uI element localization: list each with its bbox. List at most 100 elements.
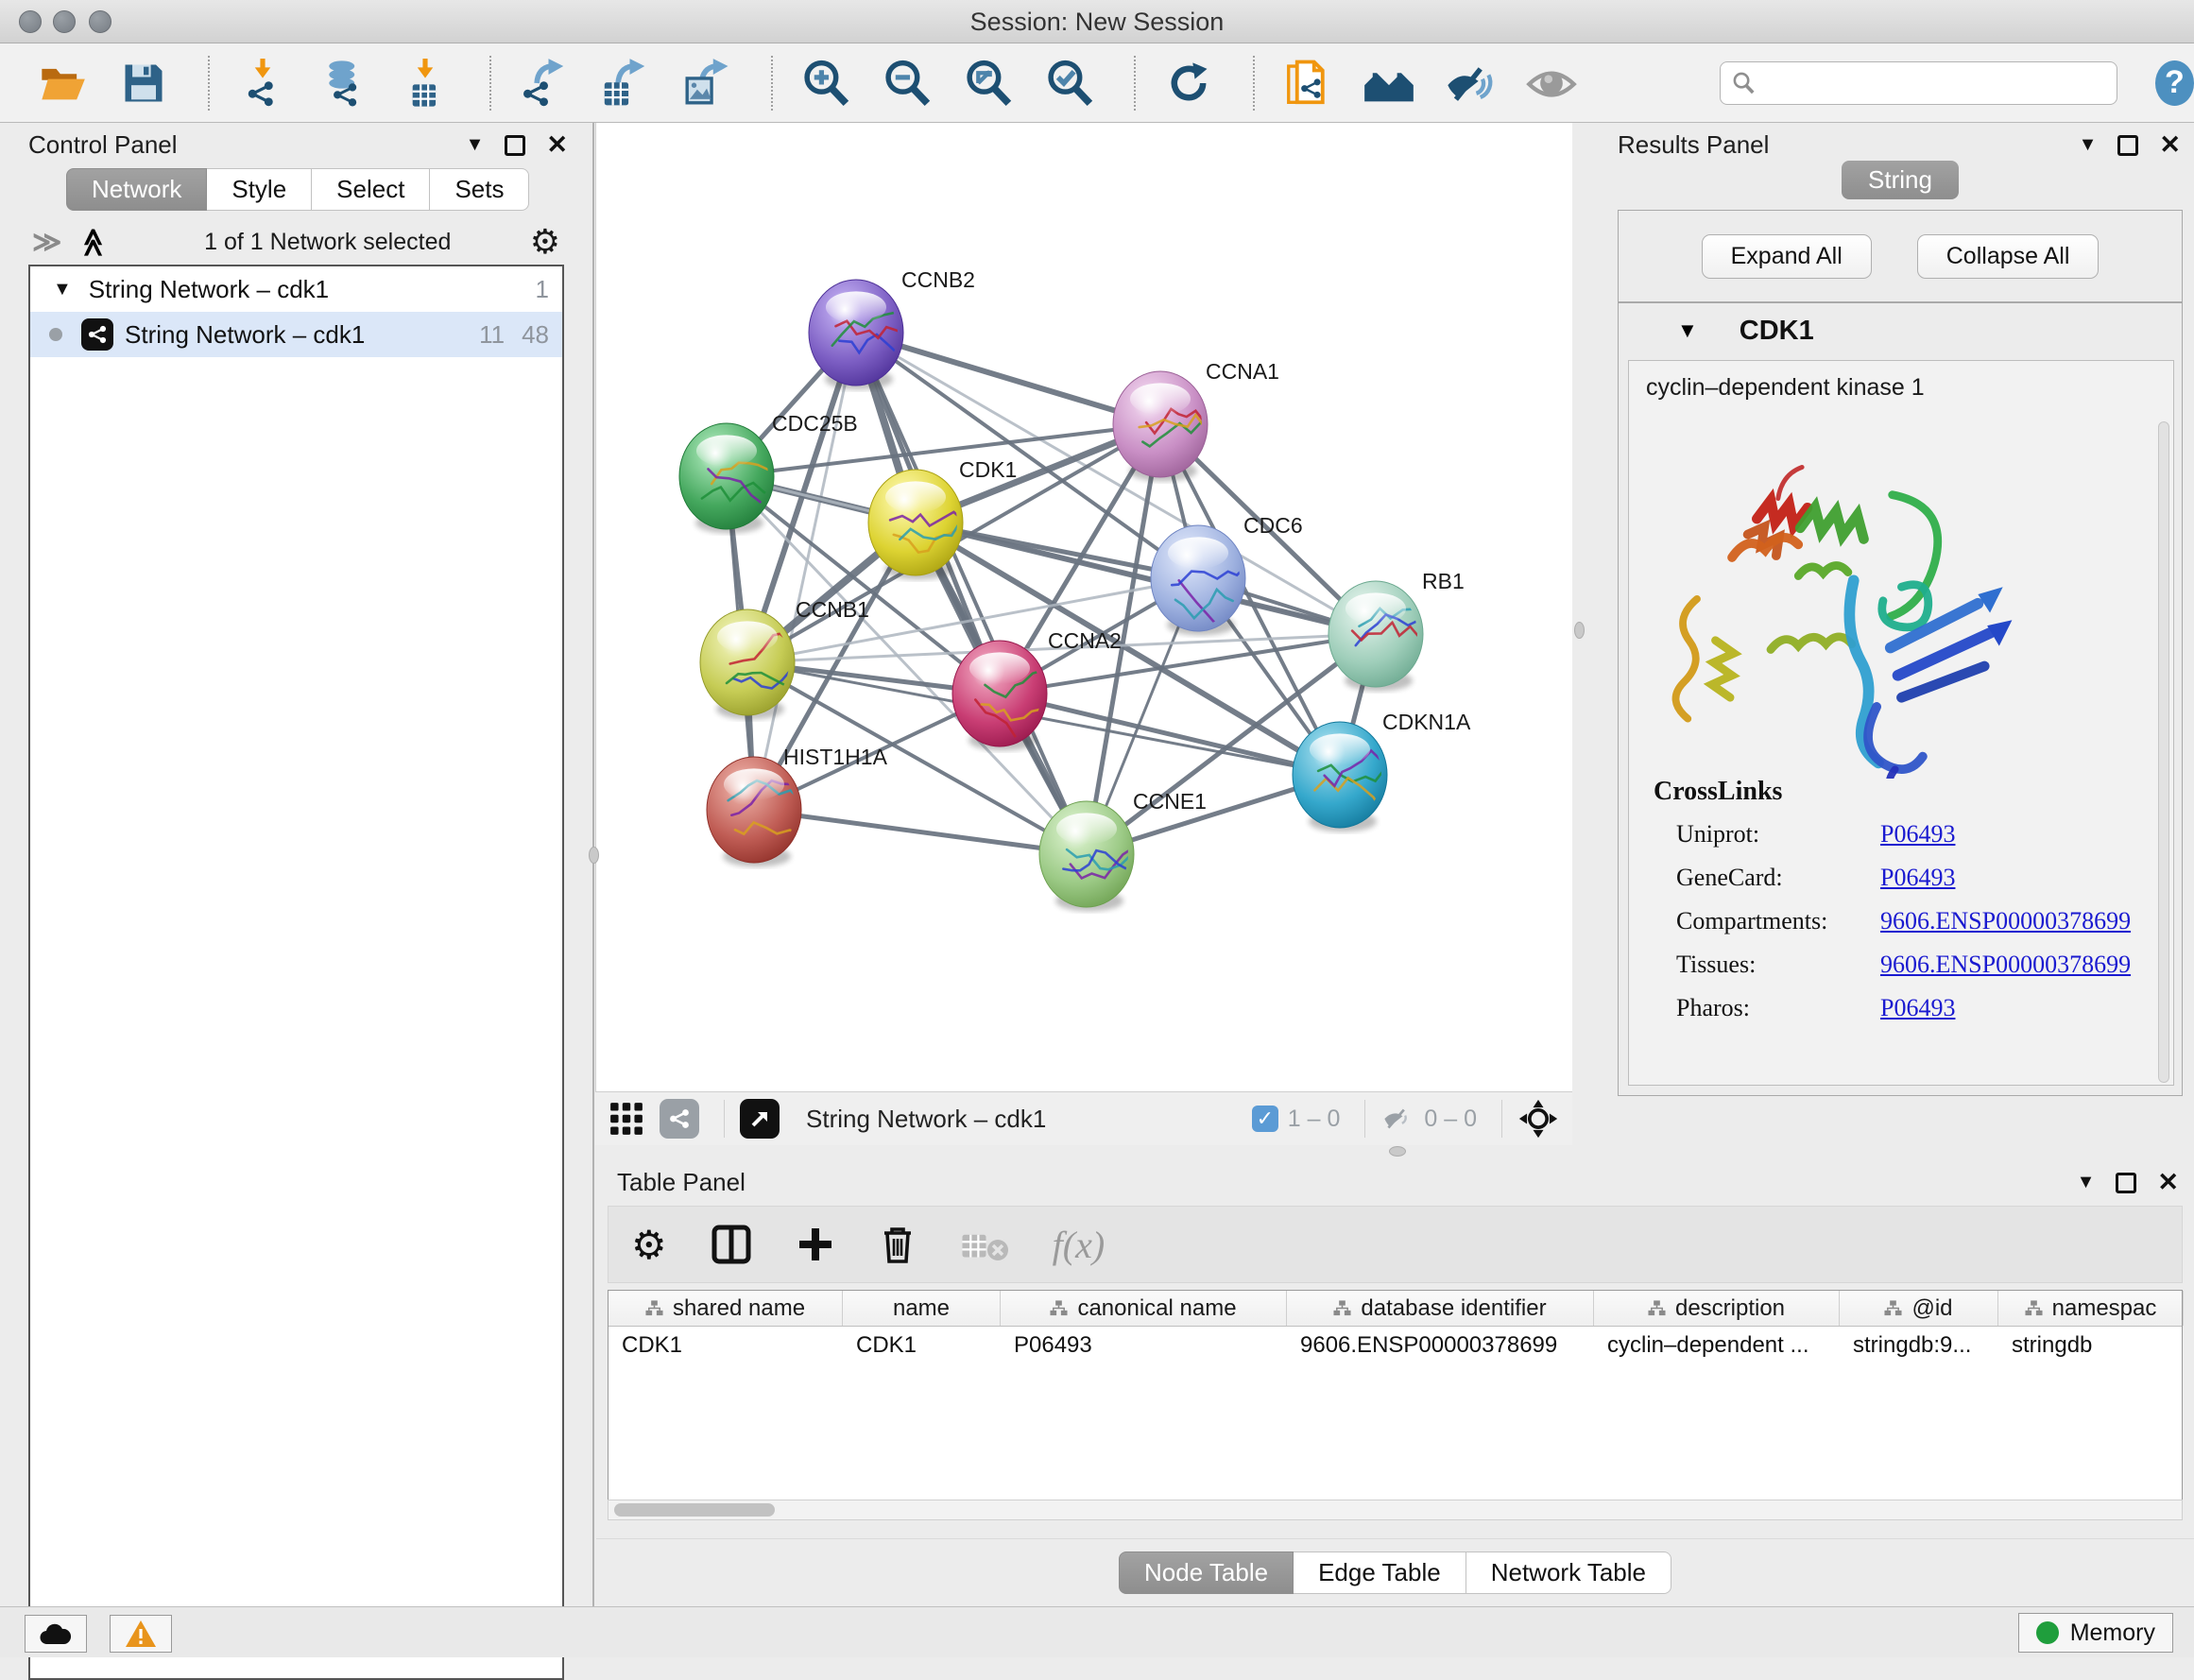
network-collection-row[interactable]: ▼ String Network – cdk1 1 <box>30 266 562 312</box>
collection-caret-icon[interactable]: ▼ <box>53 279 72 300</box>
cell-database-identifier[interactable]: 9606.ENSP00000378699 <box>1287 1327 1594 1368</box>
network-graph[interactable]: CCNB2CCNA1CDC25BCDK1CDC6RB1CCNB1CCNA2CDK… <box>596 123 1573 1091</box>
table-horizontal-scrollbar[interactable] <box>608 1500 2183 1520</box>
export-table-icon[interactable] <box>599 57 652 110</box>
collapse-all-button[interactable]: Collapse All <box>1917 234 2100 279</box>
section-caret-icon[interactable]: ▼ <box>1677 318 1698 343</box>
open-in-window-icon[interactable] <box>740 1099 780 1139</box>
panel-collapse-icon[interactable]: ▼ <box>466 134 485 156</box>
zoom-selected-icon[interactable] <box>1043 57 1096 110</box>
memory-button[interactable]: Memory <box>2018 1613 2173 1653</box>
zoom-in-icon[interactable] <box>799 57 852 110</box>
panel-float-icon[interactable] <box>2117 135 2138 156</box>
column-header-@id[interactable]: @id <box>1840 1291 1998 1326</box>
table-header-row: shared namenamecanonical namedatabase id… <box>608 1291 2182 1327</box>
crosslink-value-link[interactable]: 9606.ENSP00000378699 <box>1880 907 2131 935</box>
share-file-icon[interactable] <box>1281 57 1334 110</box>
column-header-description[interactable]: description <box>1594 1291 1840 1326</box>
expand-all-button[interactable]: Expand All <box>1702 234 1872 279</box>
network-row[interactable]: String Network – cdk1 11 48 <box>30 312 562 357</box>
panel-close-icon[interactable]: ✕ <box>2157 1168 2179 1197</box>
cell-name[interactable]: CDK1 <box>843 1327 1001 1368</box>
tab-style[interactable]: Style <box>207 168 312 211</box>
crosslink-value-link[interactable]: P06493 <box>1880 864 1955 892</box>
zoom-fit-icon[interactable] <box>962 57 1015 110</box>
birds-eye-navigator-icon[interactable] <box>1517 1098 1559 1140</box>
network-node-HIST1H1A[interactable] <box>707 757 812 866</box>
export-image-icon[interactable] <box>680 57 733 110</box>
network-canvas[interactable]: CCNB2CCNA1CDC25BCDK1CDC6RB1CCNB1CCNA2CDK… <box>595 123 1572 1091</box>
show-columns-icon[interactable] <box>711 1224 752 1265</box>
tab-string[interactable]: String <box>1842 161 1959 199</box>
table-row[interactable]: CDK1CDK1P064939606.ENSP00000378699cyclin… <box>608 1327 2182 1368</box>
table-settings-gear-icon[interactable]: ⚙ <box>631 1222 667 1268</box>
network-node-CDC6[interactable] <box>1151 525 1245 643</box>
delete-column-trash-icon[interactable] <box>879 1224 917 1265</box>
network-share-icon[interactable] <box>660 1099 699 1139</box>
cell-shared-name[interactable]: CDK1 <box>608 1327 843 1368</box>
network-node-RB1[interactable] <box>1328 581 1429 691</box>
node-label-CDC6: CDC6 <box>1243 513 1303 538</box>
panel-collapse-icon[interactable]: ▼ <box>2077 1172 2096 1193</box>
collapse-all-networks-icon[interactable]: ≫ <box>32 226 61 259</box>
tab-network-table[interactable]: Network Table <box>1466 1551 1671 1594</box>
left-splitter-handle[interactable] <box>589 847 599 864</box>
cell-canonical-name[interactable]: P06493 <box>1001 1327 1287 1368</box>
open-session-icon[interactable] <box>36 57 89 110</box>
cell-description[interactable]: cyclin–dependent ... <box>1594 1327 1840 1368</box>
expand-all-networks-icon[interactable]: ≫ <box>77 227 111 256</box>
column-header-canonical-name[interactable]: canonical name <box>1001 1291 1287 1326</box>
network-node-CDKN1A[interactable] <box>1293 722 1393 831</box>
import-table-file-icon[interactable] <box>399 57 452 110</box>
export-network-icon[interactable] <box>518 57 571 110</box>
panel-close-icon[interactable]: ✕ <box>546 130 568 160</box>
tab-select[interactable]: Select <box>312 168 430 211</box>
panel-float-icon[interactable] <box>2116 1173 2136 1193</box>
create-column-plus-icon[interactable] <box>796 1225 835 1264</box>
help-button[interactable]: ? <box>2155 60 2194 106</box>
search-field[interactable] <box>1720 61 2117 105</box>
home-icon[interactable] <box>1363 57 1415 110</box>
node-section-header[interactable]: ▼ CDK1 <box>1619 303 2182 358</box>
column-header-database-identifier[interactable]: database identifier <box>1287 1291 1594 1326</box>
network-node-CCNE1[interactable] <box>1039 801 1141 911</box>
bottom-splitter-handle[interactable] <box>1389 1146 1406 1157</box>
panel-close-icon[interactable]: ✕ <box>2159 130 2181 160</box>
hide-selected-eye-icon[interactable] <box>1444 57 1497 110</box>
panel-float-icon[interactable] <box>505 135 525 156</box>
tab-network[interactable]: Network <box>66 168 207 211</box>
save-session-icon[interactable] <box>117 57 170 110</box>
warnings-button[interactable] <box>110 1615 172 1653</box>
search-icon <box>1732 71 1755 95</box>
status-bar: Memory <box>0 1606 2194 1657</box>
search-input[interactable] <box>1755 70 2104 96</box>
network-options-gear-icon[interactable]: ⚙ <box>530 222 560 262</box>
show-all-eye-icon[interactable] <box>1525 57 1578 110</box>
cloud-status-button[interactable] <box>25 1615 87 1653</box>
cell-@id[interactable]: stringdb:9... <box>1840 1327 1998 1368</box>
column-header-shared-name[interactable]: shared name <box>608 1291 843 1326</box>
cell-namespac[interactable]: stringdb <box>1998 1327 2184 1368</box>
right-splitter-handle[interactable] <box>1574 622 1585 639</box>
selected-nodes-checkbox-icon[interactable]: ✓ <box>1252 1106 1278 1132</box>
column-header-name[interactable]: name <box>843 1291 1001 1326</box>
column-header-namespac[interactable]: namespac <box>1998 1291 2184 1326</box>
node-details-content: cyclin–dependent kinase 1 CrossLinks Uni… <box>1628 360 2174 1086</box>
grid-view-icon[interactable] <box>608 1101 644 1137</box>
refresh-icon[interactable] <box>1162 57 1215 110</box>
crosslink-value-link[interactable]: P06493 <box>1880 820 1955 849</box>
crosslink-row: Compartments:9606.ENSP00000378699 <box>1654 907 2154 935</box>
crosslink-value-link[interactable]: 9606.ENSP00000378699 <box>1880 951 2131 979</box>
results-vertical-scrollbar[interactable] <box>2158 421 2169 1083</box>
network-node-CDC25B[interactable] <box>679 423 785 533</box>
crosslink-value-link[interactable]: P06493 <box>1880 994 1955 1022</box>
tab-sets[interactable]: Sets <box>430 168 529 211</box>
zoom-out-icon[interactable] <box>881 57 934 110</box>
panel-collapse-icon[interactable]: ▼ <box>2079 134 2098 156</box>
import-network-database-icon[interactable] <box>317 57 370 110</box>
import-network-file-icon[interactable] <box>236 57 289 110</box>
tab-edge-table[interactable]: Edge Table <box>1294 1551 1466 1594</box>
tab-node-table[interactable]: Node Table <box>1119 1551 1294 1594</box>
netbar-separator <box>724 1100 725 1138</box>
network-node-CCNB2[interactable] <box>809 280 907 389</box>
